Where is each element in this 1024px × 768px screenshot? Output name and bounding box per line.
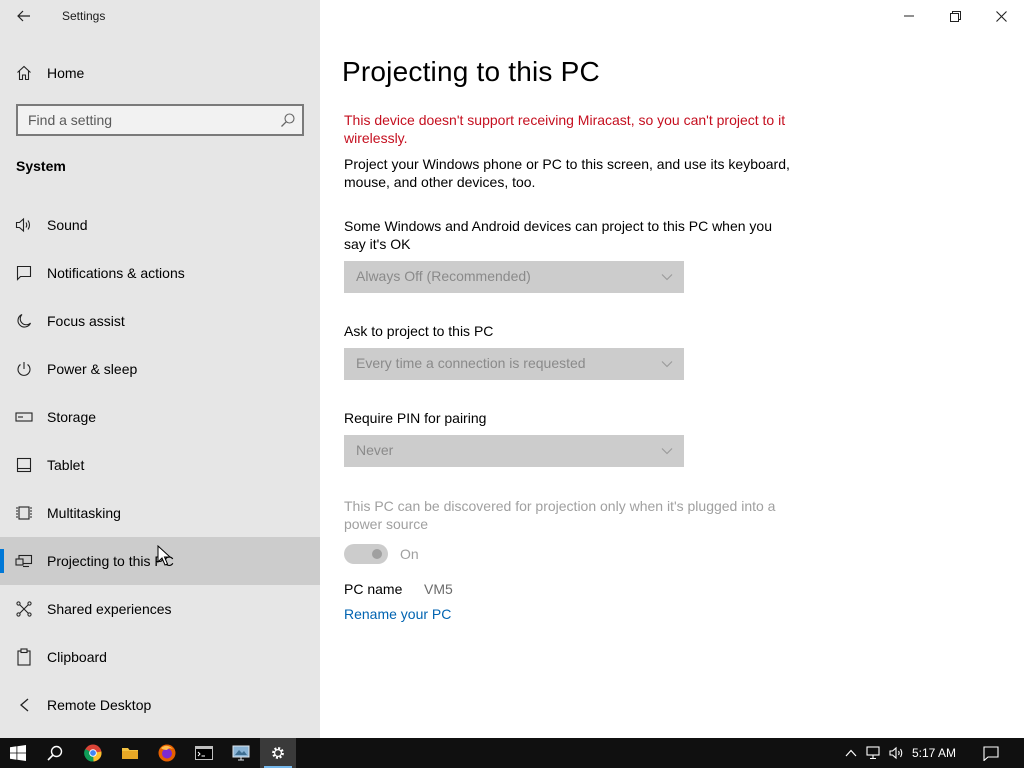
notification-icon (14, 263, 34, 283)
close-icon (995, 10, 1007, 22)
back-arrow-icon (17, 10, 30, 22)
action-center-icon[interactable] (983, 745, 999, 761)
miracast-warning: This device doesn't support receiving Mi… (344, 112, 786, 146)
sidebar-item-notifications[interactable]: Notifications & actions (0, 249, 320, 297)
title-bar: Settings (0, 0, 320, 32)
pc-name-label: PC name (344, 581, 403, 597)
chevron-down-icon (661, 448, 673, 455)
home-nav-item[interactable]: Home (0, 57, 320, 89)
remote-desktop-icon (14, 695, 34, 715)
sidebar-item-label: Focus assist (47, 313, 125, 329)
sidebar-item-label: Remote Desktop (47, 697, 152, 713)
chevron-up-icon[interactable] (843, 745, 859, 761)
power-source-text: This PC can be discovered for projection… (344, 498, 776, 532)
minimize-button[interactable] (886, 0, 932, 32)
taskbar-chrome[interactable] (75, 738, 111, 768)
sidebar-item-label: Storage (47, 409, 97, 425)
taskbar-firefox[interactable] (149, 738, 185, 768)
settings-sidebar: Settings Home System Sound Notifications… (0, 0, 320, 738)
search-box[interactable] (16, 104, 304, 136)
sidebar-item-label: Sound (47, 217, 88, 233)
pin-dropdown[interactable]: Never (344, 435, 684, 467)
ask-value: Every time a connection is requested (356, 355, 586, 371)
sidebar-item-clipboard[interactable]: Clipboard (0, 633, 320, 681)
availability-label: Some Windows and Android devices can pro… (344, 218, 773, 252)
pin-label: Require PIN for pairing (344, 410, 487, 426)
multitasking-icon (14, 503, 34, 523)
sidebar-item-shared-experiences[interactable]: Shared experiences (0, 585, 320, 633)
sidebar-item-tablet[interactable]: Tablet (0, 441, 320, 489)
availability-value: Always Off (Recommended) (356, 268, 531, 284)
taskbar-remote-desktop[interactable] (223, 738, 259, 768)
volume-icon[interactable] (889, 745, 905, 761)
search-icon[interactable] (280, 112, 296, 128)
shared-experiences-icon (14, 599, 34, 619)
command-prompt-icon (195, 746, 213, 760)
clipboard-icon (14, 647, 34, 667)
sidebar-item-multitasking[interactable]: Multitasking (0, 489, 320, 537)
power-icon (14, 359, 34, 379)
taskbar: 5:17 AM (0, 738, 1024, 768)
sidebar-item-remote-desktop[interactable]: Remote Desktop (0, 681, 320, 729)
sidebar-item-power-sleep[interactable]: Power & sleep (0, 345, 320, 393)
projection-description: Project your Windows phone or PC to this… (344, 156, 790, 190)
taskbar-clock[interactable]: 5:17 AM (912, 746, 956, 760)
toggle-state-label: On (400, 546, 419, 562)
sidebar-item-label: Tablet (47, 457, 85, 473)
remote-desktop-app-icon (232, 745, 250, 761)
sidebar-item-label: Projecting to this PC (47, 553, 174, 569)
sidebar-item-sound[interactable]: Sound (0, 201, 320, 249)
pc-name-value: VM5 (424, 581, 453, 597)
availability-dropdown[interactable]: Always Off (Recommended) (344, 261, 684, 293)
sidebar-item-label: Notifications & actions (47, 265, 185, 281)
windows-start-icon (10, 745, 26, 761)
taskbar-search-button[interactable] (37, 738, 73, 768)
chevron-down-icon (661, 274, 673, 281)
ask-label: Ask to project to this PC (344, 323, 494, 339)
home-label: Home (47, 65, 85, 81)
sidebar-item-label: Clipboard (47, 649, 107, 665)
taskbar-command-prompt[interactable] (186, 738, 222, 768)
home-icon (14, 63, 34, 83)
chevron-down-icon (661, 361, 673, 368)
search-input[interactable] (18, 106, 270, 134)
start-button[interactable] (0, 738, 36, 768)
sidebar-item-label: Shared experiences (47, 601, 172, 617)
toggle-knob (372, 549, 382, 559)
storage-icon (14, 407, 34, 427)
rename-pc-link[interactable]: Rename your PC (344, 606, 451, 622)
search-icon (47, 745, 63, 761)
chrome-icon (84, 744, 102, 762)
minimize-icon (904, 15, 914, 17)
taskbar-file-explorer[interactable] (112, 738, 148, 768)
section-title: System (16, 158, 66, 174)
network-icon[interactable] (866, 745, 882, 761)
maximize-icon (949, 10, 961, 22)
sidebar-item-label: Multitasking (47, 505, 121, 521)
moon-icon (14, 311, 34, 331)
app-title: Settings (62, 9, 106, 23)
pin-value: Never (356, 442, 394, 458)
close-button[interactable] (978, 0, 1024, 32)
firefox-icon (158, 744, 176, 762)
sidebar-item-label: Power & sleep (47, 361, 138, 377)
power-source-toggle[interactable] (344, 544, 388, 564)
sidebar-item-focus-assist[interactable]: Focus assist (0, 297, 320, 345)
projecting-icon (14, 551, 34, 571)
back-button[interactable] (8, 4, 40, 28)
file-explorer-icon (122, 748, 138, 759)
page-title: Projecting to this PC (342, 56, 600, 87)
selection-indicator (0, 549, 4, 573)
maximize-button[interactable] (932, 0, 978, 32)
settings-gear-icon (272, 747, 284, 759)
ask-dropdown[interactable]: Every time a connection is requested (344, 348, 684, 380)
taskbar-settings[interactable] (260, 738, 296, 768)
sidebar-item-storage[interactable]: Storage (0, 393, 320, 441)
speaker-icon (14, 215, 34, 235)
mouse-cursor-icon (157, 545, 171, 566)
tablet-icon (14, 455, 34, 475)
